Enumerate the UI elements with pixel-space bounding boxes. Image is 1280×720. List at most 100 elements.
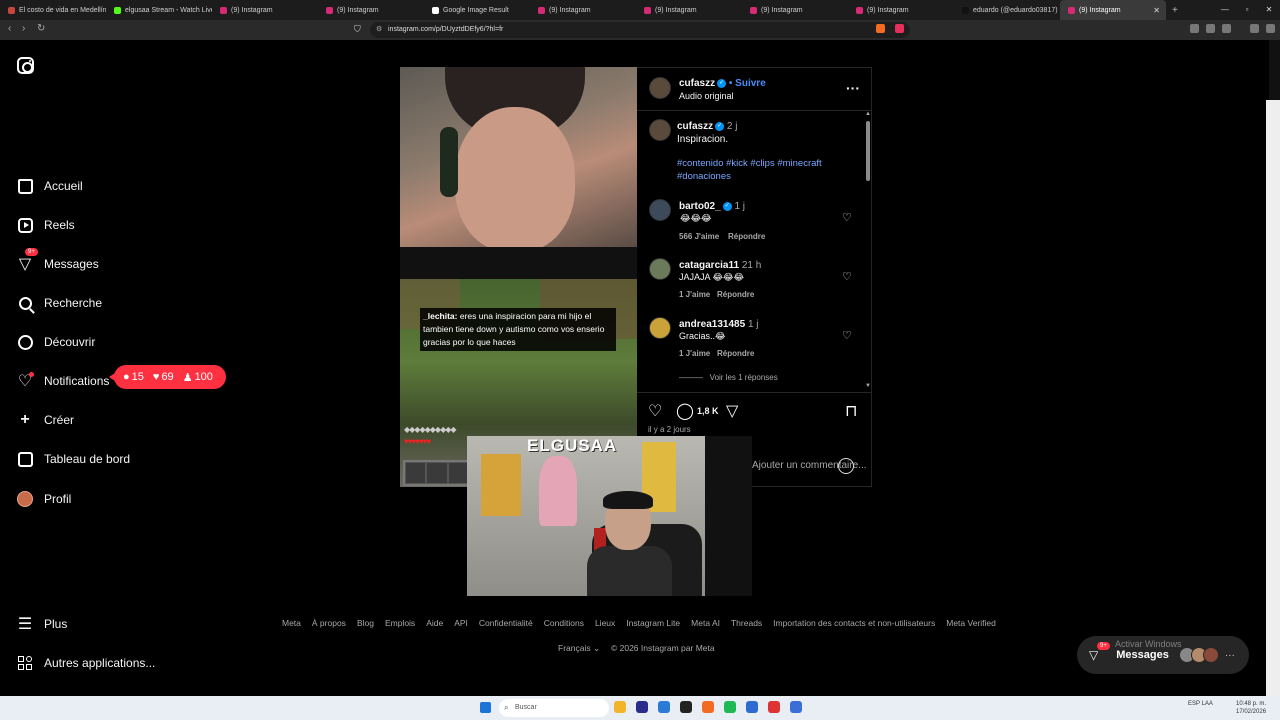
- footer-link[interactable]: Aide: [426, 618, 443, 628]
- nav-home[interactable]: Accueil: [16, 174, 83, 198]
- comment-like-icon[interactable]: ♡: [842, 331, 853, 342]
- save-icon[interactable]: ⊓: [845, 401, 857, 421]
- nav-notifications[interactable]: ♡ Notifications: [16, 369, 109, 393]
- app-icon[interactable]: [746, 701, 758, 713]
- nav-explore[interactable]: Découvrir: [16, 330, 95, 354]
- nav-more[interactable]: ☰ Plus: [16, 612, 68, 636]
- comment-likes[interactable]: 566 J'aime: [679, 232, 719, 241]
- author-avatar[interactable]: [649, 77, 671, 99]
- browser-tab[interactable]: (9) Instagram: [318, 0, 424, 20]
- footer-link[interactable]: Meta Verified: [946, 618, 996, 628]
- footer-link[interactable]: Instagram Lite: [626, 618, 680, 628]
- nav-other-apps[interactable]: Autres applications...: [16, 651, 155, 675]
- language-indicator[interactable]: ESP LAA: [1188, 700, 1213, 708]
- maximize-button[interactable]: ▫: [1236, 0, 1258, 20]
- notifications-summary-pill[interactable]: ● 15 ♥ 69 ♟ 100: [109, 365, 226, 389]
- browser-tab[interactable]: (9) Instagram: [530, 0, 636, 20]
- footer-link[interactable]: Blog: [357, 618, 374, 628]
- messages-floating-button[interactable]: ▽ 9+ Activar Windows Messages ···: [1077, 636, 1249, 674]
- instagram-logo-icon[interactable]: [17, 57, 34, 74]
- more-options-icon[interactable]: ···: [846, 80, 860, 96]
- view-replies[interactable]: ――― Voir les 1 réponses: [679, 373, 778, 382]
- nav-reels[interactable]: Reels: [16, 213, 75, 237]
- post-video[interactable]: [400, 67, 637, 487]
- footer-link[interactable]: Meta: [282, 618, 301, 628]
- reply-button[interactable]: Répondre: [717, 349, 754, 358]
- bookmark-icon[interactable]: ⛉: [354, 24, 361, 35]
- start-button[interactable]: [480, 702, 491, 713]
- comment-avatar[interactable]: [649, 258, 671, 280]
- nav-messages[interactable]: ▽ 9+ Messages: [16, 248, 99, 276]
- footer-link[interactable]: À propos: [312, 618, 346, 628]
- terminal-icon[interactable]: [680, 701, 692, 713]
- footer-link[interactable]: Importation des contacts et non-utilisat…: [773, 618, 935, 628]
- browser-tab[interactable]: (9) Instagram ✕: [1060, 0, 1166, 20]
- extension-icon[interactable]: [1190, 24, 1199, 33]
- comment-avatar[interactable]: [649, 199, 671, 221]
- share-icon[interactable]: ▽: [726, 401, 738, 421]
- comment-user[interactable]: barto02_: [679, 201, 721, 212]
- browser-tab[interactable]: (9) Instagram: [212, 0, 318, 20]
- comment-likes[interactable]: 1 J'aime: [679, 290, 710, 299]
- scroll-down-icon[interactable]: ▼: [865, 383, 871, 389]
- taskbar-search[interactable]: Buscar: [499, 699, 609, 717]
- comment-user[interactable]: andrea131485: [679, 319, 745, 330]
- store-icon[interactable]: [658, 701, 670, 713]
- reload-icon[interactable]: ↻: [37, 23, 45, 34]
- comment-likes[interactable]: 1 J'aime: [679, 349, 710, 358]
- footer-link[interactable]: Confidentialité: [479, 618, 533, 628]
- vpn-icon[interactable]: [1250, 24, 1259, 33]
- comment-like-icon[interactable]: ♡: [842, 213, 853, 224]
- close-tab-icon[interactable]: ✕: [1153, 6, 1160, 15]
- follow-button[interactable]: • Suivre: [729, 78, 766, 89]
- language-selector[interactable]: Français ⌄: [558, 643, 600, 654]
- footer-link[interactable]: Meta AI: [691, 618, 720, 628]
- chrome-icon[interactable]: [768, 701, 780, 713]
- close-window-button[interactable]: ✕: [1258, 0, 1280, 20]
- footer-link[interactable]: Lieux: [595, 618, 615, 628]
- reply-button[interactable]: Répondre: [717, 290, 754, 299]
- nav-search[interactable]: Recherche: [16, 291, 102, 315]
- browser-menu-icon[interactable]: [1266, 24, 1275, 33]
- audio-label[interactable]: Audio original: [679, 91, 734, 101]
- browser-tab[interactable]: El costo de vida en Medellín e: [0, 0, 106, 20]
- premiere-icon[interactable]: [636, 701, 648, 713]
- footer-link[interactable]: Emplois: [385, 618, 415, 628]
- file-explorer-icon[interactable]: [614, 701, 626, 713]
- sidebar-icon[interactable]: [1206, 24, 1215, 33]
- wallet-icon[interactable]: [1222, 24, 1231, 33]
- minimize-button[interactable]: —: [1214, 0, 1236, 20]
- url-field[interactable]: ⚙ instagram.com/p/DUyztdDEfy6/?hl=fr: [370, 22, 910, 38]
- comment-avatar[interactable]: [649, 317, 671, 339]
- browser-tab[interactable]: (9) Instagram: [742, 0, 848, 20]
- browser-tab[interactable]: eduardo (@eduardo03817) | T: [954, 0, 1060, 20]
- nav-profile[interactable]: Profil: [16, 487, 71, 511]
- caption-author-name[interactable]: cufaszz: [677, 121, 713, 132]
- comment-like-icon[interactable]: ♡: [842, 272, 853, 283]
- post-header-author[interactable]: cufaszz ✓ • Suivre: [679, 78, 766, 89]
- like-icon[interactable]: ♡: [648, 401, 662, 421]
- post-author-name[interactable]: cufaszz: [679, 78, 715, 89]
- new-tab-button[interactable]: +: [1172, 5, 1178, 16]
- caption-hashtags[interactable]: #contenido #kick #clips #minecraft #dona…: [677, 157, 847, 183]
- browser-tab[interactable]: (9) Instagram: [636, 0, 742, 20]
- nav-create[interactable]: + Créer: [16, 408, 74, 432]
- browser-tab[interactable]: (9) Instagram: [848, 0, 954, 20]
- footer-link[interactable]: Conditions: [544, 618, 584, 628]
- site-info-icon[interactable]: ⚙: [376, 22, 382, 38]
- browser-tab[interactable]: elgusaa Stream - Watch Live o: [106, 0, 212, 20]
- footer-link[interactable]: Threads: [731, 618, 762, 628]
- scroll-up-icon[interactable]: ▲: [865, 111, 871, 117]
- comments-scrollbar[interactable]: ▲ ▼: [865, 111, 871, 391]
- comment-icon[interactable]: ◯: [676, 401, 694, 421]
- brave-rewards-icon[interactable]: [895, 24, 904, 33]
- back-icon[interactable]: ‹: [8, 23, 11, 34]
- brave-shield-icon[interactable]: [876, 24, 885, 33]
- clock[interactable]: 10:48 p. m. 17/02/2026: [1236, 700, 1266, 716]
- forward-icon[interactable]: ›: [22, 23, 25, 34]
- brave-icon[interactable]: [702, 701, 714, 713]
- browser-tab[interactable]: Google Image Result: [424, 0, 530, 20]
- emoji-picker-icon[interactable]: [838, 458, 854, 474]
- scroll-thumb[interactable]: [866, 121, 870, 181]
- nav-dashboard[interactable]: Tableau de bord: [16, 447, 130, 471]
